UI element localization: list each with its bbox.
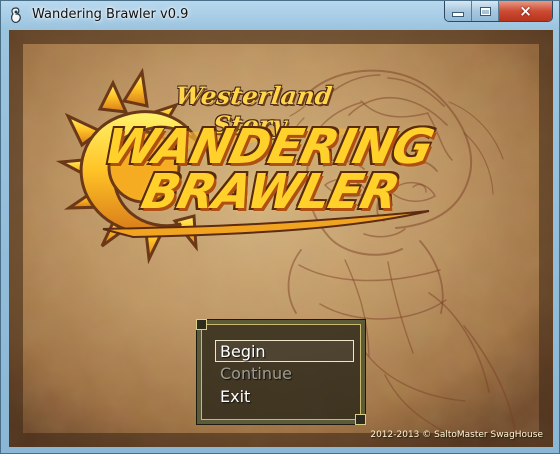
game-window: Wandering Brawler v0.9 × Westerland Stor… (0, 0, 560, 454)
game-title-screen[interactable]: Westerland Story WANDERING BRAWLER Begin… (9, 30, 553, 447)
maximize-button[interactable] (472, 1, 499, 21)
continue-menu-option[interactable]: Continue (215, 363, 358, 385)
close-button[interactable]: × (499, 1, 552, 21)
minimize-icon (452, 12, 464, 17)
exit-menu-option[interactable]: Exit (215, 386, 358, 408)
game-logo-title-line-2: BRAWLER (136, 164, 404, 220)
game-controller-icon (11, 7, 21, 23)
copyright-text: 2012-2013 © SaltoMaster SwagHouse (370, 430, 543, 440)
minimize-button[interactable] (445, 1, 472, 21)
title-bar[interactable]: Wandering Brawler v0.9 × (1, 1, 559, 30)
maximize-icon (479, 6, 491, 16)
close-icon: × (519, 2, 532, 20)
title-menu: Begin Continue Exit (196, 319, 366, 425)
window-controls: × (444, 1, 553, 22)
begin-menu-option[interactable]: Begin (215, 340, 354, 362)
window-title: Wandering Brawler v0.9 (32, 7, 189, 22)
